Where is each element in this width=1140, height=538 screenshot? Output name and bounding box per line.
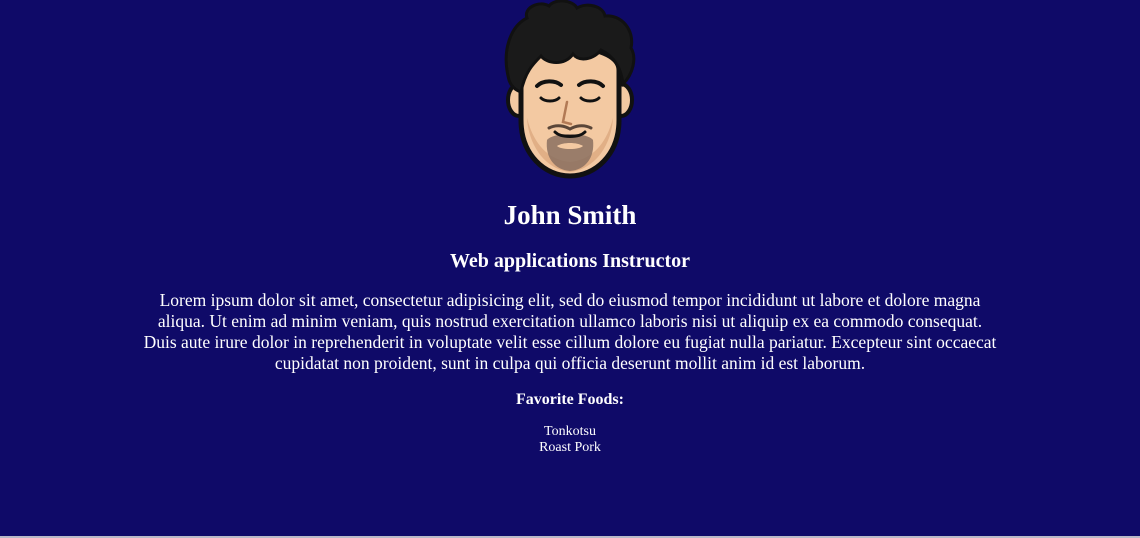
favorite-foods-list: Tonkotsu Roast Pork [0,424,1140,456]
food-item: Roast Pork [539,440,601,455]
favorite-foods-heading: Favorite Foods: [516,391,624,408]
profile-page: John Smith Web applications Instructor L… [0,0,1140,536]
profile-bio: Lorem ipsum dolor sit amet, consectetur … [143,290,997,373]
profile-name: John Smith [503,200,637,230]
profile-role: Web applications Instructor [449,250,691,272]
avatar-icon [504,0,636,179]
food-item: Tonkotsu [544,424,596,439]
